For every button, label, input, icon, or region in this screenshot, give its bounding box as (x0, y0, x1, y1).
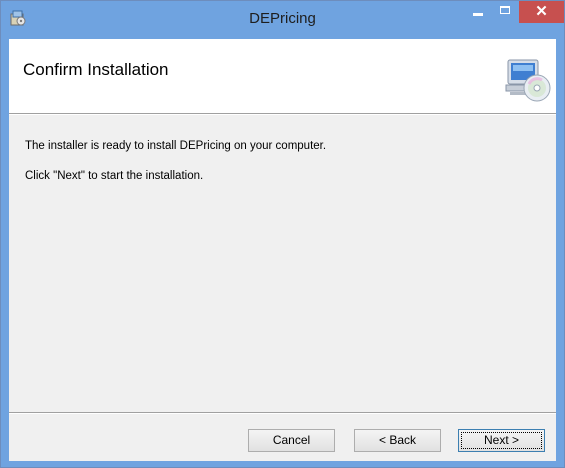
banner-divider (9, 113, 556, 115)
maximize-button[interactable] (492, 1, 519, 23)
maximize-icon (500, 6, 510, 14)
installer-window: DEPricing ✕ Confirm Installation The ins… (0, 0, 565, 468)
cancel-button[interactable]: Cancel (248, 429, 335, 452)
title-bar[interactable]: DEPricing ✕ (1, 1, 564, 39)
computer-cd-icon (505, 59, 551, 102)
back-button[interactable]: < Back (354, 429, 441, 452)
minimize-icon (473, 13, 483, 16)
footer-divider (9, 412, 556, 414)
header-banner: Confirm Installation (9, 39, 556, 113)
close-button[interactable]: ✕ (519, 1, 564, 23)
close-icon: ✕ (535, 3, 548, 20)
ready-message: The installer is ready to install DEPric… (25, 140, 327, 152)
next-button-label: Next > (483, 433, 519, 447)
minimize-button[interactable] (464, 1, 492, 23)
dialog-content: Confirm Installation The installer is re… (9, 39, 556, 461)
next-button[interactable]: Next > (458, 429, 545, 452)
page-title: Confirm Installation (23, 60, 169, 79)
instruction-message: Click "Next" to start the installation. (25, 170, 204, 182)
